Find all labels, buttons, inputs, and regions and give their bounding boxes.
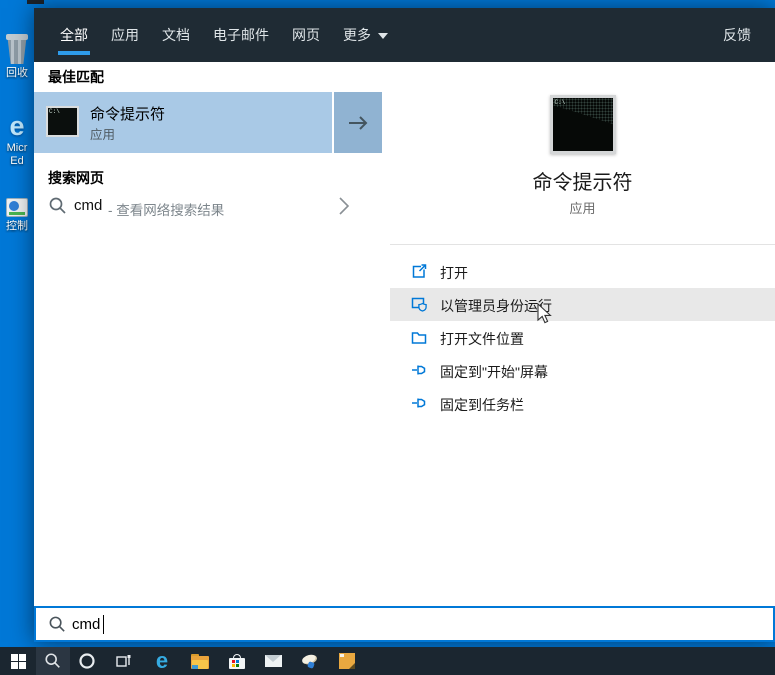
chevron-down-icon <box>378 33 388 39</box>
best-match-title: 命令提示符 <box>90 103 165 124</box>
task-view-icon <box>114 652 132 670</box>
cmd-icon: C:\ <box>46 106 79 137</box>
preview-pane: C:\ 命令提示符 应用 打开 以管理员身份运行 <box>390 62 775 606</box>
recycle-bin-icon <box>5 34 29 64</box>
tab-web[interactable]: 网页 <box>292 8 320 62</box>
web-suggestion-item[interactable]: cmd - 查看网络搜索结果 <box>34 190 382 222</box>
web-search-header: 搜索网页 <box>48 168 104 188</box>
best-match-item[interactable]: C:\ 命令提示符 应用 <box>34 92 382 153</box>
desktop-icon-control-panel[interactable]: 控制 <box>0 198 34 233</box>
action-pin-to-taskbar[interactable]: 固定到任务栏 <box>390 387 775 420</box>
desktop-icon-label: 控制 <box>0 220 34 233</box>
feedback-button[interactable]: 反馈 <box>723 25 751 45</box>
action-open-file-location[interactable]: 打开文件位置 <box>390 321 775 354</box>
taskbar-search-button[interactable] <box>36 647 70 675</box>
search-input[interactable] <box>72 608 752 640</box>
desktop-icon-label: Ed <box>0 155 34 168</box>
search-flyout-window: 全部 应用 文档 电子邮件 网页 更多 反馈 最佳匹配 C:\ 命令提示符 应用 <box>34 8 775 642</box>
misc-app-button[interactable] <box>296 647 324 675</box>
results-pane: 最佳匹配 C:\ 命令提示符 应用 搜索网页 <box>34 62 390 606</box>
store-button[interactable] <box>223 647 251 675</box>
pin-icon <box>410 361 428 379</box>
desktop-icon-label: Micr <box>0 142 34 155</box>
cortana-icon <box>78 652 96 670</box>
cortana-button[interactable] <box>73 647 101 675</box>
launch-icon <box>410 262 428 280</box>
actions-divider <box>390 244 775 245</box>
best-match-header: 最佳匹配 <box>48 67 104 87</box>
sticky-notes-icon <box>339 653 355 669</box>
sticky-notes-button[interactable] <box>333 647 361 675</box>
tab-documents[interactable]: 文档 <box>162 8 190 62</box>
search-results-body: 最佳匹配 C:\ 命令提示符 应用 搜索网页 <box>34 62 775 606</box>
tab-all[interactable]: 全部 <box>60 8 88 62</box>
mail-icon <box>265 655 282 667</box>
task-view-button[interactable] <box>109 647 137 675</box>
app-title: 命令提示符 <box>390 166 775 195</box>
action-open[interactable]: 打开 <box>390 255 775 288</box>
search-icon <box>48 196 68 216</box>
chevron-right-icon <box>338 196 350 216</box>
cmd-icon-large: C:\ <box>550 95 616 154</box>
action-pin-to-start[interactable]: 固定到"开始"屏幕 <box>390 354 775 387</box>
folder-icon <box>410 328 428 346</box>
search-bar <box>34 606 775 642</box>
desktop-icon-label: 回收 <box>0 67 34 80</box>
mail-button[interactable] <box>259 647 287 675</box>
search-icon <box>48 615 67 634</box>
windows-logo-icon <box>11 654 26 669</box>
action-run-as-admin[interactable]: 以管理员身份运行 <box>390 288 775 321</box>
edge-icon: e <box>3 112 31 140</box>
store-icon <box>229 654 245 669</box>
misc-app-icon <box>301 653 319 669</box>
app-subtitle: 应用 <box>390 198 775 217</box>
tab-email[interactable]: 电子邮件 <box>213 8 269 62</box>
arrow-right-icon <box>346 113 370 133</box>
suggestion-query: cmd <box>74 197 102 214</box>
text-caret <box>103 615 104 634</box>
mouse-cursor <box>537 303 553 325</box>
window-shadow-fragment <box>27 0 44 4</box>
search-filter-tabs: 全部 应用 文档 电子邮件 网页 更多 反馈 <box>34 8 775 62</box>
suggestion-hint: - 查看网络搜索结果 <box>108 199 224 219</box>
edge-icon: e <box>156 650 168 672</box>
admin-shield-icon <box>410 295 428 313</box>
file-explorer-button[interactable] <box>186 647 214 675</box>
start-button[interactable] <box>4 647 32 675</box>
file-explorer-icon <box>191 654 209 669</box>
best-match-subtitle: 应用 <box>90 124 115 143</box>
tab-more[interactable]: 更多 <box>343 8 388 62</box>
tab-apps[interactable]: 应用 <box>111 8 139 62</box>
expand-result-button[interactable] <box>332 92 382 153</box>
taskbar: e <box>0 647 775 675</box>
desktop-icon-microsoft-edge[interactable]: e Micr Ed <box>0 112 34 168</box>
desktop-icon-recycle-bin[interactable]: 回收 <box>0 34 34 80</box>
pin-icon <box>410 394 428 412</box>
search-icon <box>44 652 62 670</box>
tab-more-label: 更多 <box>343 27 371 43</box>
control-panel-icon <box>6 198 28 217</box>
edge-taskbar-button[interactable]: e <box>148 647 176 675</box>
